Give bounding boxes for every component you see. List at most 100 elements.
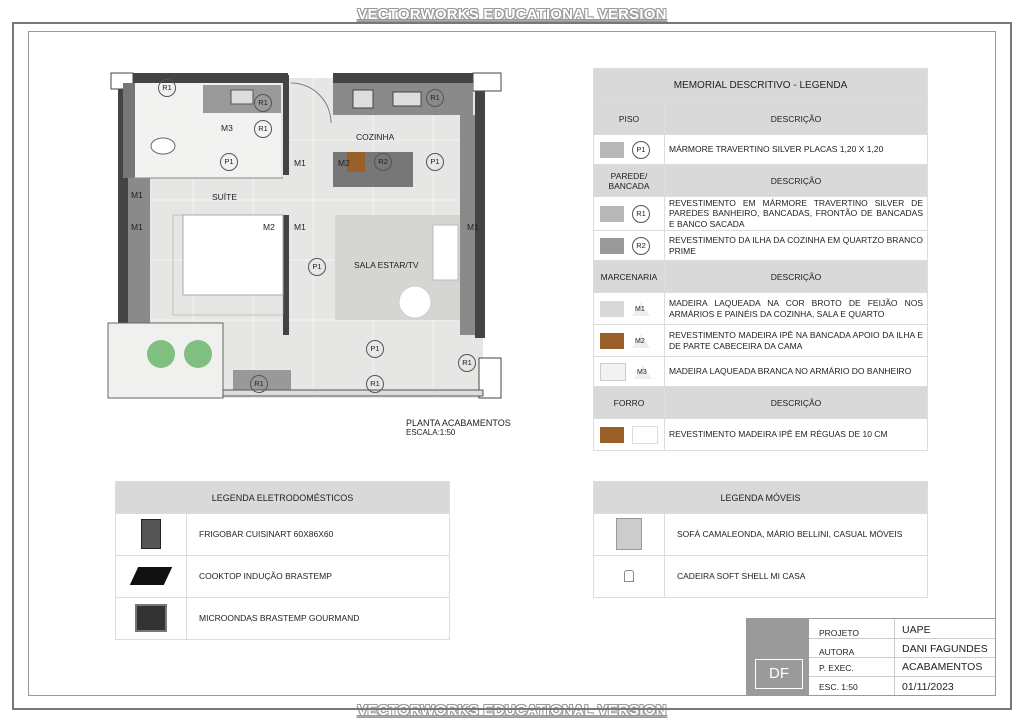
eletro-item-frigobar: FRIGOBAR CUISINART 60X86X60 xyxy=(186,513,450,556)
shower-wall xyxy=(123,83,135,178)
m1-description: MADEIRA LAQUEADA NA COR BROTO DE FEIJÃO … xyxy=(664,292,928,325)
forro-description: REVESTIMENTO MADEIRA IPÊ EM RÉGUAS DE 10… xyxy=(664,418,928,451)
plan-tag-r1: R1 xyxy=(158,79,176,97)
interior-wall-top xyxy=(283,75,289,175)
title-block: DF PROJETO UAPE AUTORA DANI FAGUNDES P. … xyxy=(746,618,996,696)
logo-box: DF xyxy=(747,619,809,695)
r1-swatch-cell: R1 xyxy=(593,196,665,231)
escala-label: ESC. 1:50 xyxy=(819,682,858,692)
section-forro: FORRO xyxy=(593,386,665,419)
plan-caption: PLANTA ACABAMENTOS xyxy=(406,418,511,428)
wall-top-left xyxy=(118,73,288,83)
plan-tag-r1: R1 xyxy=(458,354,476,372)
moveis-item-sofa: SOFÁ CAMALEONDA, MÁRIO BELLINI, CASUAL M… xyxy=(664,513,928,556)
code-r2: R2 xyxy=(632,236,650,255)
section-marcenaria: MARCENARIA xyxy=(593,260,665,293)
plan-tag-r1: R1 xyxy=(366,375,384,393)
moveis-title: LEGENDA MÓVEIS xyxy=(593,481,928,514)
piso-description: MÁRMORE TRAVERTINO SILVER PLACAS 1,20 X … xyxy=(664,134,928,165)
projeto-value: UAPE xyxy=(902,624,931,636)
plan-tag-m1: M1 xyxy=(131,222,143,232)
plan-tag-p1: P1 xyxy=(426,153,444,171)
autora-value: DANI FAGUNDES xyxy=(902,643,988,655)
pexec-label: P. EXEC. xyxy=(819,663,854,673)
plan-tag-r1: R1 xyxy=(426,89,444,107)
code-r1: R1 xyxy=(632,204,650,223)
eletro-item-microondas: MICROONDAS BRASTEMP GOURMAND xyxy=(186,597,450,640)
interior-wall-bottom xyxy=(283,215,289,335)
frigobar-icon xyxy=(141,518,161,549)
code-m1: M1 xyxy=(632,301,650,316)
room-label-suite: SUÍTE xyxy=(212,192,238,202)
wood-swatch xyxy=(600,332,624,349)
plan-tag-p1: P1 xyxy=(308,258,326,276)
moveis-table: LEGENDA MÓVEIS SOFÁ CAMALEONDA, MÁRIO BE… xyxy=(593,481,928,598)
microwave-icon-cell xyxy=(115,597,187,640)
column-header-descricao: DESCRIÇÃO xyxy=(664,386,928,419)
date-value: 01/11/2023 xyxy=(902,681,954,693)
column-header-descricao: DESCRIÇÃO xyxy=(664,260,928,293)
m1-swatch-cell: M1 xyxy=(593,292,665,325)
quartz-swatch xyxy=(600,237,624,254)
chair-icon xyxy=(624,569,634,582)
column-header-descricao: DESCRIÇÃO xyxy=(664,164,928,197)
plan-tag-r1: R1 xyxy=(250,375,268,393)
blank-swatch xyxy=(632,425,658,444)
forro-swatch-cell xyxy=(593,418,665,451)
watermark-top: VECTORWORKS EDUCATIONAL VERSION xyxy=(357,6,667,23)
r2-swatch-cell: R2 xyxy=(593,230,665,261)
m2-description: REVESTIMENTO MADEIRA IPÊ NA BANCADA APOI… xyxy=(664,324,928,357)
frigobar-icon-cell xyxy=(115,513,187,556)
plan-tag-r1: R1 xyxy=(254,120,272,138)
autora-label: AUTORA xyxy=(819,647,855,657)
piso-swatch-cell: P1 xyxy=(593,134,665,165)
marble-swatch xyxy=(600,205,624,222)
m3-swatch-cell: M3 xyxy=(593,356,665,387)
wall-top-right xyxy=(333,73,475,83)
plant-2 xyxy=(184,340,212,368)
pexec-value: ACABAMENTOS xyxy=(902,661,983,673)
plan-tag-p1: P1 xyxy=(220,153,238,171)
plan-tag-m1: M1 xyxy=(294,222,306,232)
plan-tag-m1: M1 xyxy=(294,158,306,168)
memorial-title: MEMORIAL DESCRITIVO - LEGENDA xyxy=(593,68,928,103)
m3-description: MADEIRA LAQUEADA BRANCA NO ARMÁRIO DO BA… xyxy=(664,356,928,387)
section-piso: PISO xyxy=(593,102,665,135)
microwave-icon xyxy=(135,603,167,632)
m2-swatch-cell: M2 xyxy=(593,324,665,357)
plan-tag-m3: M3 xyxy=(221,123,233,133)
floor-plan xyxy=(107,72,502,399)
plant-1 xyxy=(147,340,175,368)
logo-inner: DF xyxy=(755,659,803,689)
white-swatch xyxy=(600,362,626,381)
sofa-icon xyxy=(616,517,642,550)
cooktop-icon xyxy=(129,566,173,585)
sofa xyxy=(432,224,459,281)
lacquer-swatch xyxy=(600,300,624,317)
cooktop xyxy=(392,91,422,107)
plan-tag-m2: M2 xyxy=(263,222,275,232)
r2-description: REVESTIMENTO DA ILHA DA COZINHA EM QUART… xyxy=(664,230,928,261)
section-parede: PAREDE/ BANCADA xyxy=(593,164,665,197)
projeto-label: PROJETO xyxy=(819,628,859,638)
cooktop-icon-cell xyxy=(115,555,187,598)
plan-scale: ESCALA:1:50 xyxy=(406,428,456,437)
plan-tag-m1: M1 xyxy=(467,222,479,232)
plan-tag-m1: M1 xyxy=(131,190,143,200)
moveis-item-cadeira: CADEIRA SOFT SHELL MI CASA xyxy=(664,555,928,598)
plan-tag-p1: P1 xyxy=(366,340,384,358)
column-header-descricao: DESCRIÇÃO xyxy=(664,102,928,135)
eletro-item-cooktop: COOKTOP INDUÇÃO BRASTEMP xyxy=(186,555,450,598)
code-m3: M3 xyxy=(634,364,652,379)
wall-right xyxy=(475,78,485,338)
kitchen-sink xyxy=(352,89,374,109)
sofa-icon-cell xyxy=(593,513,665,556)
memorial-table: MEMORIAL DESCRITIVO - LEGENDA PISO DESCR… xyxy=(593,68,928,451)
room-label-cozinha: COZINHA xyxy=(356,132,395,142)
code-p1: P1 xyxy=(632,140,650,159)
toilet xyxy=(150,137,176,155)
bath-sink xyxy=(230,89,254,105)
eletro-title: LEGENDA ELETRODOMÉSTICOS xyxy=(115,481,450,514)
coffee-table xyxy=(398,285,432,319)
plan-tag-r1: R1 xyxy=(254,94,272,112)
